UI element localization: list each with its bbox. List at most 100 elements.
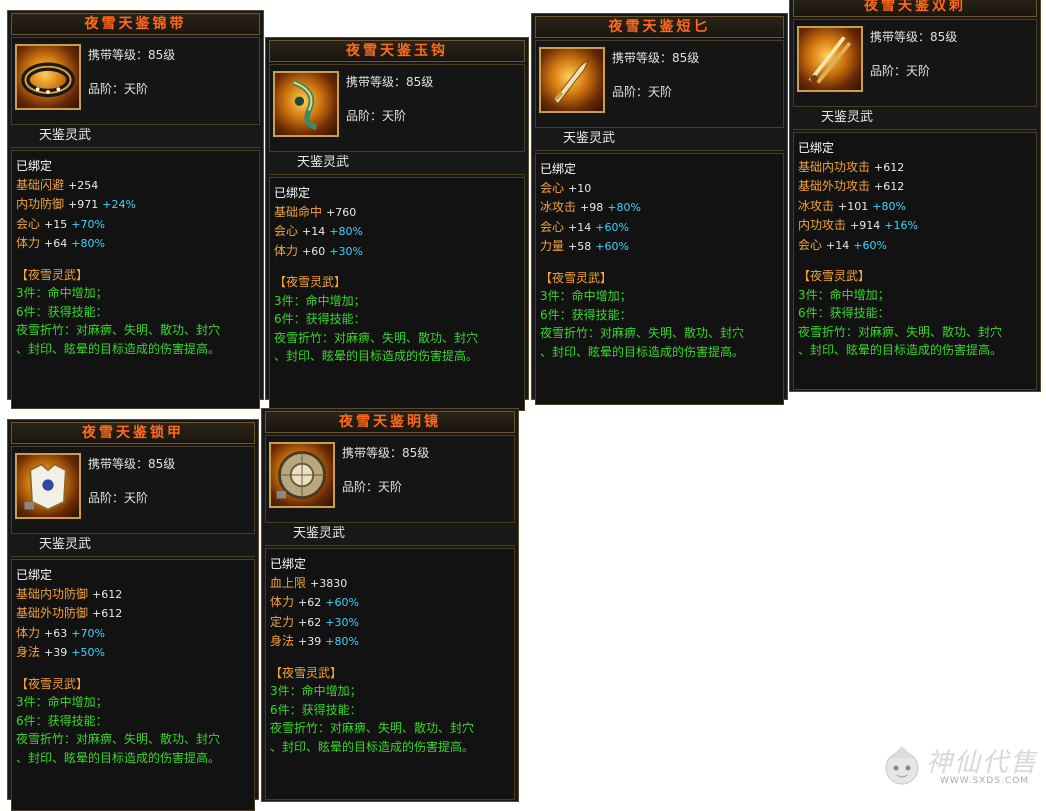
item-title: 夜雪天鉴短匕: [535, 16, 784, 38]
stat-line: 会心 +10: [540, 179, 779, 199]
set-bonus-line: 、封印、眩晕的目标造成的伤害提高。: [270, 739, 475, 754]
stat-line: 力量 +58 +60%: [540, 237, 779, 257]
set-bonus-line: 、封印、眩晕的目标造成的伤害提高。: [274, 349, 479, 363]
item-title: 夜雪天鉴玉钩: [269, 40, 525, 62]
item-details: 已绑定 基础闪避 +254 内功防御 +971 +24% 会心 +15 +70% 体力 +6…: [11, 150, 260, 409]
stat-line: 会心 +14 +60%: [540, 218, 779, 238]
set-bonus-line: 夜雪折竹：对麻痹、失明、散功、封穴: [540, 326, 745, 340]
set-bonus-line: 3件：命中增加；: [274, 293, 366, 308]
dagger-icon: [539, 47, 605, 113]
stat-name: 会心: [540, 180, 565, 195]
stat-value: +612: [92, 587, 123, 601]
item-grade: 品阶：天阶: [88, 82, 149, 96]
stat-name: 力量: [540, 239, 565, 253]
stat-line: 身法 +39 +50%: [16, 643, 250, 663]
set-label: 天鉴灵武: [269, 152, 525, 175]
set-bonus-line: 夜雪折竹：对麻痹、失明、散功、封穴: [16, 732, 221, 746]
set-bonus-line: 6件：获得技能：: [16, 304, 108, 319]
stat-value: +10: [568, 181, 592, 195]
stat-value: +39: [298, 635, 322, 648]
stat-percent: +30%: [329, 244, 363, 258]
stat-value: +760: [326, 205, 357, 219]
set-label: 天鉴灵武: [11, 534, 255, 557]
stat-line: 冰攻击 +101 +80%: [798, 197, 1032, 217]
stat-value: +971: [68, 198, 99, 211]
stat-value: +15: [44, 217, 68, 231]
carry-level: 携带等级：85级: [342, 446, 430, 460]
stat-value: +63: [44, 626, 68, 640]
set-bonus-line: 、封印、眩晕的目标造成的伤害提高。: [798, 343, 1003, 357]
stat-name: 会心: [16, 216, 41, 231]
item-tooltip-card: 夜雪天鉴玉钩 携带等级：85级 品阶：天阶 天鉴灵武 已绑定 基础命中 +760 …: [265, 37, 529, 411]
watermark-url: WWW.SXDS.COM: [940, 776, 1030, 786]
stat-percent: +80%: [329, 225, 363, 238]
stat-line: 会心 +14 +60%: [798, 236, 1032, 256]
stat-value: +14: [302, 225, 326, 238]
stat-percent: +60%: [853, 238, 887, 252]
item-tooltip-card: 夜雪天鉴双刺 携带等级：85级 品阶：天阶 天鉴灵武 已绑定 基础内功攻击 +61…: [789, 0, 1041, 392]
set-bonus-line: 、封印、眩晕的目标造成的伤害提高。: [540, 344, 745, 359]
stat-value: +14: [568, 220, 592, 234]
item-title: 夜雪天鉴双刺: [793, 0, 1037, 17]
set-bonus-line: 、封印、眩晕的目标造成的伤害提高。: [16, 750, 221, 765]
stat-name: 身法: [16, 645, 41, 659]
set-bonus-line: 夜雪折竹：对麻痹、失明、散功、封穴: [16, 323, 221, 337]
set-name: 【夜雪灵武】: [270, 665, 343, 680]
set-bonus-line: 3件：命中增加；: [16, 286, 108, 300]
item-title: 夜雪天鉴锁甲: [11, 422, 255, 444]
hook-icon: [273, 71, 339, 137]
stat-line: 内功攻击 +914 +16%: [798, 216, 1032, 236]
stat-value: +612: [874, 160, 905, 174]
stat-name: 基础外功攻击: [798, 179, 871, 193]
belt-icon: [15, 44, 81, 110]
item-header: 携带等级：85级 品阶：天阶: [11, 37, 260, 125]
item-grade: 品阶：天阶: [612, 85, 673, 99]
set-bonus-line: 3件：命中增加；: [798, 287, 890, 302]
set-bonus-line: 夜雪折竹：对麻痹、失明、散功、封穴: [270, 721, 475, 735]
item-title: 夜雪天鉴明镜: [265, 411, 515, 433]
set-label: 天鉴灵武: [11, 125, 260, 148]
carry-level: 携带等级：85级: [88, 457, 176, 471]
item-details: 已绑定 会心 +10 冰攻击 +98 +80% 会心 +14 +60% 力量 +58 +60%…: [535, 153, 784, 405]
set-bonus-line: 6件：获得技能：: [270, 702, 362, 717]
item-details: 已绑定 血上限 +3830 体力 +62 +60% 定力 +62 +30% 身法 +39 +8…: [265, 548, 515, 800]
item-title: 夜雪天鉴锦带: [11, 13, 260, 35]
stat-value: +60: [302, 244, 326, 258]
stat-name: 定力: [270, 614, 295, 629]
carry-level: 携带等级：85级: [870, 30, 958, 44]
item-grade: 品阶：天阶: [88, 491, 149, 505]
item-grade: 品阶：天阶: [346, 109, 407, 123]
item-grade: 品阶：天阶: [870, 64, 931, 78]
item-tooltip-card: 夜雪天鉴锦带 携带等级：85级 品阶：天阶 天鉴灵武 已绑定 基础闪避 +254 …: [7, 10, 264, 409]
stat-line: 体力 +60 +30%: [274, 242, 520, 262]
set-name: 【夜雪灵武】: [16, 267, 89, 282]
set-bonus-line: 6件：获得技能：: [540, 307, 632, 322]
stat-line: 会心 +15 +70%: [16, 215, 255, 235]
stat-percent: +80%: [872, 199, 906, 213]
stat-name: 基础外功防御: [16, 606, 89, 620]
carry-level: 携带等级：85级: [346, 75, 434, 89]
stat-line: 体力 +62 +60%: [270, 593, 510, 613]
stat-percent: +80%: [325, 635, 359, 648]
stat-line: 基础内功防御 +612: [16, 585, 250, 605]
stat-name: 会心: [798, 237, 823, 252]
stat-name: 内功防御: [16, 197, 65, 211]
set-bonus-line: 3件：命中增加；: [540, 289, 632, 303]
watermark: 神仙代售 WWW.SXDS.COM: [880, 738, 1040, 794]
stat-name: 体力: [16, 625, 41, 640]
item-header: 携带等级：85级 品阶：天阶: [269, 64, 525, 152]
carry-level: 携带等级：85级: [612, 51, 700, 65]
stat-value: +39: [44, 646, 68, 659]
stat-name: 会心: [540, 219, 565, 234]
stat-percent: +24%: [102, 198, 136, 211]
bound-status: 已绑定: [16, 159, 53, 173]
item-tooltip-card: 夜雪天鉴锁甲 携带等级：85级 品阶：天阶 天鉴灵武 已绑定 基础内功防御 +61…: [7, 419, 259, 811]
set-label: 天鉴灵武: [265, 523, 515, 546]
stat-line: 基础闪避 +254: [16, 176, 255, 196]
bound-status: 已绑定: [16, 568, 53, 582]
watermark-text: 神仙代售: [926, 748, 1039, 778]
stat-name: 基础命中: [274, 204, 323, 219]
stat-value: +612: [874, 180, 905, 193]
item-details: 已绑定 基础内功防御 +612 基础外功防御 +612 体力 +63 +70% 身法 +3…: [11, 559, 255, 811]
stat-percent: +16%: [884, 219, 918, 232]
